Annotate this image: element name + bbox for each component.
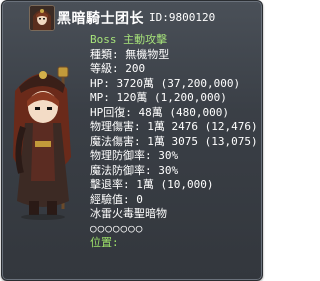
monster-level: 等級: 200 [90,62,146,75]
monster-portrait-icon [29,5,55,31]
monster-mp: MP: 120萬 (1,200,000) [90,91,227,104]
monster-location: 位置: [90,236,119,249]
monster-hp: HP: 3720萬 (37,200,000) [90,76,241,90]
monster-phys-damage: 物理傷害: 1萬 2476 (12,476) [90,120,258,133]
monster-stats: Boss 主動攻擊 種類: 無機物型 等級: 200 HP: 3720萬 (37… [90,33,260,251]
monster-knockback: 擊退率: 1萬 (10,000) [90,178,214,191]
monster-id: ID:9800120 [149,11,216,24]
monster-exp: 經驗值: 0 [90,192,143,206]
elements-label: 冰雷火毒聖暗物 [90,207,167,220]
monster-magic-defense: 魔法防御率: 30% [90,163,179,177]
monster-phys-defense: 物理防御率: 30% [90,149,179,162]
monster-hp-recovery: HP回復: 48萬 (480,000) [90,105,229,119]
elements-marks: ○○○○○○○ [90,221,144,235]
dark-knight-captain-sprite [5,61,83,223]
monster-tag: Boss 主動攻擊 [90,33,168,46]
monster-info-tooltip: 黑暗騎士团长 ID:9800120 Boss 主動攻擊 種類: 無機物型 等級:… [1,0,263,281]
monster-name: 黑暗騎士团长 [57,11,144,27]
monster-magic-damage: 魔法傷害: 1萬 3075 (13,075) [90,134,258,148]
monster-type: 種類: 無機物型 [90,47,170,61]
